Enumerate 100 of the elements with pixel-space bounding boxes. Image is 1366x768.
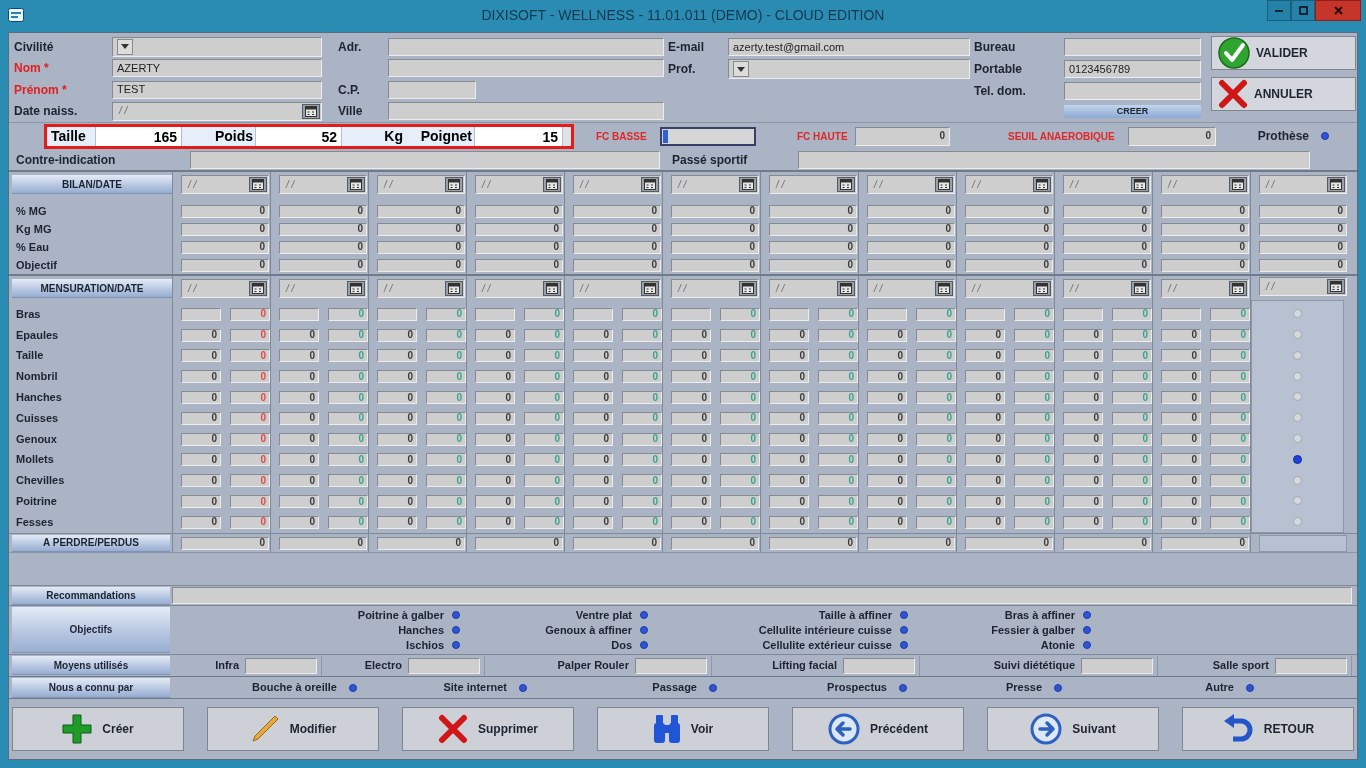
number-field[interactable]: 0: [279, 411, 319, 425]
number-field[interactable]: 0: [279, 495, 319, 509]
number-field[interactable]: 0: [867, 453, 907, 467]
text-field[interactable]: 0123456789: [1064, 60, 1201, 78]
number-field[interactable]: 0: [769, 204, 857, 218]
text-field[interactable]: TEST: [112, 80, 322, 99]
number-field[interactable]: 0: [475, 474, 515, 488]
text-field[interactable]: [1081, 657, 1153, 674]
number-field[interactable]: 0: [377, 474, 417, 488]
number-field[interactable]: 0: [279, 370, 319, 384]
number-field[interactable]: 0: [671, 391, 711, 405]
calendar-button[interactable]: [1327, 279, 1345, 295]
number-field[interactable]: 0: [573, 370, 613, 384]
date-field[interactable]: / /: [181, 279, 269, 298]
number-field[interactable]: 0: [573, 222, 661, 236]
number-field[interactable]: 0: [965, 258, 1053, 272]
number-field[interactable]: [965, 307, 1005, 321]
number-field[interactable]: 0: [1063, 474, 1103, 488]
number-field[interactable]: 0: [1161, 411, 1201, 425]
date-field[interactable]: / /: [279, 175, 367, 194]
number-field[interactable]: 15: [475, 126, 563, 146]
number-field[interactable]: 0: [573, 453, 613, 467]
toolbar-button[interactable]: Précédent: [792, 707, 964, 751]
number-field[interactable]: 0: [475, 240, 563, 254]
number-field[interactable]: [279, 307, 319, 321]
number-field[interactable]: 0: [965, 391, 1005, 405]
number-field[interactable]: 0: [1161, 474, 1201, 488]
date-field[interactable]: / /: [377, 279, 465, 298]
number-field[interactable]: 0: [573, 258, 661, 272]
calendar-button[interactable]: [347, 177, 365, 192]
date-field[interactable]: / /: [1063, 279, 1151, 298]
date-field[interactable]: / /: [475, 279, 563, 298]
number-field[interactable]: 0: [279, 536, 367, 550]
number-field[interactable]: 0: [867, 432, 907, 446]
number-field[interactable]: 0: [377, 515, 417, 529]
number-field[interactable]: 0: [1161, 328, 1201, 342]
number-field[interactable]: 0: [377, 536, 465, 550]
date-field[interactable]: / /: [671, 175, 759, 194]
number-field[interactable]: 0: [867, 349, 907, 363]
number-field[interactable]: 0: [1063, 370, 1103, 384]
number-field[interactable]: 0: [1128, 126, 1216, 146]
number-field[interactable]: [671, 307, 711, 321]
number-field[interactable]: 0: [965, 411, 1005, 425]
number-field[interactable]: 0: [1259, 204, 1347, 218]
calendar-button[interactable]: [445, 281, 463, 296]
number-field[interactable]: 0: [965, 328, 1005, 342]
date-field[interactable]: / /: [181, 175, 269, 194]
number-field[interactable]: 0: [181, 536, 269, 550]
number-field[interactable]: 0: [475, 515, 515, 529]
date-field[interactable]: / /: [867, 279, 955, 298]
number-field[interactable]: 0: [671, 432, 711, 446]
number-field[interactable]: 0: [1161, 240, 1249, 254]
number-field[interactable]: 0: [279, 240, 367, 254]
number-field[interactable]: 0: [279, 349, 319, 363]
date-field[interactable]: / /: [279, 279, 367, 298]
number-field[interactable]: 0: [181, 474, 221, 488]
calendar-button[interactable]: [739, 177, 757, 192]
text-field[interactable]: [408, 657, 480, 674]
number-field[interactable]: 0: [867, 411, 907, 425]
number-field[interactable]: 0: [181, 411, 221, 425]
number-field[interactable]: 0: [279, 204, 367, 218]
number-field[interactable]: 0: [867, 258, 955, 272]
calendar-button[interactable]: [445, 177, 463, 192]
number-field[interactable]: 0: [377, 432, 417, 446]
number-field[interactable]: 0: [671, 328, 711, 342]
number-field[interactable]: 0: [573, 391, 613, 405]
number-field[interactable]: 0: [671, 411, 711, 425]
number-field[interactable]: 0: [573, 411, 613, 425]
number-field[interactable]: 0: [671, 222, 759, 236]
number-field[interactable]: 0: [1161, 222, 1249, 236]
number-field[interactable]: 0: [1063, 453, 1103, 467]
radio-button[interactable]: [1293, 475, 1302, 485]
number-field[interactable]: 0: [279, 391, 319, 405]
text-field[interactable]: [388, 80, 476, 99]
number-field[interactable]: 0: [181, 204, 269, 218]
number-field[interactable]: 0: [377, 240, 465, 254]
number-field[interactable]: 0: [671, 204, 759, 218]
number-field[interactable]: 0: [377, 370, 417, 384]
number-field[interactable]: 0: [965, 515, 1005, 529]
number-field[interactable]: 0: [377, 391, 417, 405]
number-field[interactable]: 0: [1063, 391, 1103, 405]
date-field[interactable]: / /: [965, 279, 1053, 298]
number-field[interactable]: 0: [671, 370, 711, 384]
number-field[interactable]: 0: [279, 328, 319, 342]
text-field[interactable]: [843, 657, 915, 674]
number-field[interactable]: 0: [181, 515, 221, 529]
number-field[interactable]: 52: [256, 126, 342, 146]
number-field[interactable]: 0: [377, 258, 465, 272]
number-field[interactable]: 0: [1259, 240, 1347, 254]
number-field[interactable]: 0: [1161, 204, 1249, 218]
number-field[interactable]: 0: [573, 349, 613, 363]
number-field[interactable]: 0: [475, 411, 515, 425]
number-field[interactable]: 0: [1063, 432, 1103, 446]
number-field[interactable]: [181, 307, 221, 321]
text-field[interactable]: [1064, 38, 1201, 56]
calendar-button[interactable]: [1327, 177, 1345, 192]
calendar-button[interactable]: [1033, 281, 1051, 296]
radio-button[interactable]: [1293, 371, 1302, 381]
number-field[interactable]: 165: [96, 126, 182, 146]
text-field[interactable]: [1275, 657, 1347, 674]
